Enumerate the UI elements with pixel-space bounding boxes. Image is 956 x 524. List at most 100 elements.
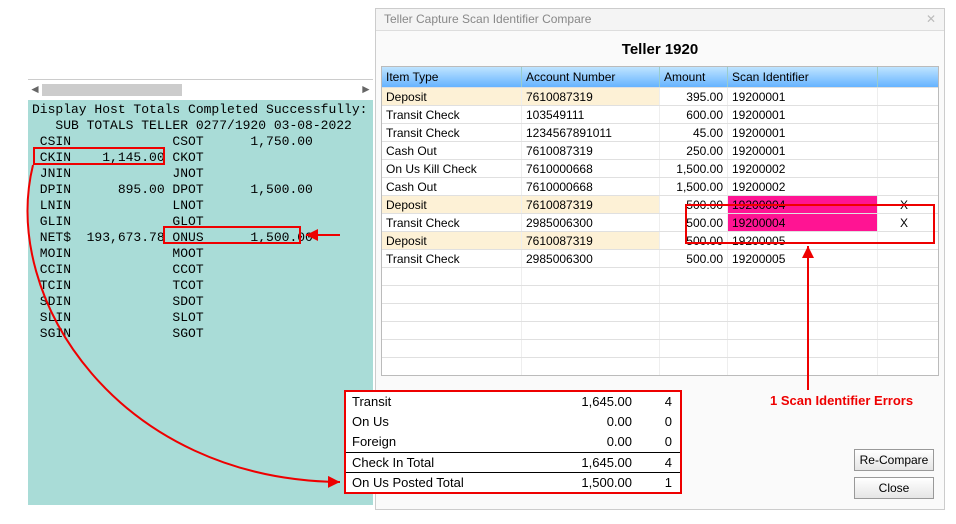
col-header-amount[interactable]: Amount (660, 67, 728, 87)
host-line: GLIN GLOT (28, 214, 373, 230)
cell-amount: 500.00 (660, 196, 728, 213)
scroll-left-icon[interactable]: ◄ (28, 83, 42, 97)
col-header-item-type[interactable]: Item Type (382, 67, 522, 87)
cell-amount: 500.00 (660, 214, 728, 231)
cell-item-type: Deposit (382, 196, 522, 213)
cell-error-mark (878, 142, 930, 159)
summary-row: Check In Total1,645.004 (346, 452, 680, 472)
summary-value: 0.00 (512, 412, 632, 432)
cell-amount: 600.00 (660, 106, 728, 123)
host-totals-display: Display Host Totals Completed Successful… (28, 100, 373, 505)
cell-item-type: Cash Out (382, 178, 522, 195)
dialog-title: Teller Capture Scan Identifier Compare (384, 12, 591, 27)
cell-item-type: Deposit (382, 232, 522, 249)
teller-title: Teller 1920 (376, 31, 944, 66)
host-line: MOIN MOOT (28, 246, 373, 262)
summary-label: Foreign (352, 432, 512, 452)
summary-count: 4 (632, 392, 672, 412)
table-row[interactable]: Transit Check2985006300500.0019200004X (382, 213, 938, 231)
summary-count: 4 (632, 453, 672, 472)
table-row[interactable] (382, 285, 938, 303)
cell-account: 7610087319 (522, 142, 660, 159)
host-line: LNIN LNOT (28, 198, 373, 214)
cell-scan-id: 19200001 (728, 106, 878, 123)
summary-label: Transit (352, 392, 512, 412)
table-row[interactable] (382, 339, 938, 357)
cell-error-mark (878, 106, 930, 123)
cell-scan-id: 19200001 (728, 124, 878, 141)
host-line: NET$ 193,673.78 ONUS 1,500.00 (28, 230, 373, 246)
cell-scan-id: 19200004 (728, 196, 878, 213)
cell-scan-id: 19200004 (728, 214, 878, 231)
scroll-thumb[interactable] (42, 84, 182, 96)
cell-amount: 250.00 (660, 142, 728, 159)
summary-row: On Us0.000 (346, 412, 680, 432)
cell-account: 7610087319 (522, 232, 660, 249)
host-line: DPIN 895.00 DPOT 1,500.00 (28, 182, 373, 198)
cell-scan-id: 19200002 (728, 160, 878, 177)
cell-scan-id: 19200001 (728, 88, 878, 105)
cell-amount: 1,500.00 (660, 178, 728, 195)
cell-item-type: Transit Check (382, 250, 522, 267)
summary-value: 1,645.00 (512, 392, 632, 412)
col-header-scan[interactable]: Scan Identifier (728, 67, 878, 87)
cell-item-type: Deposit (382, 88, 522, 105)
cell-error-mark: X (878, 196, 930, 213)
summary-row: On Us Posted Total1,500.001 (346, 472, 680, 492)
cell-account: 2985006300 (522, 250, 660, 267)
re-compare-button[interactable]: Re-Compare (854, 449, 934, 471)
summary-count: 0 (632, 412, 672, 432)
cell-scan-id: 19200001 (728, 142, 878, 159)
cell-account: 7610000668 (522, 178, 660, 195)
summary-count: 0 (632, 432, 672, 452)
cell-account: 7610000668 (522, 160, 660, 177)
cell-item-type: On Us Kill Check (382, 160, 522, 177)
host-line: TCIN TCOT (28, 278, 373, 294)
summary-value: 0.00 (512, 432, 632, 452)
host-line: SDIN SDOT (28, 294, 373, 310)
cell-item-type: Transit Check (382, 106, 522, 123)
col-header-account[interactable]: Account Number (522, 67, 660, 87)
table-row[interactable] (382, 357, 938, 375)
table-row[interactable]: Cash Out7610087319250.0019200001 (382, 141, 938, 159)
host-line: SLIN SLOT (28, 310, 373, 326)
table-row[interactable]: Deposit7610087319500.0019200004X (382, 195, 938, 213)
horizontal-scrollbar[interactable]: ◄ ► (28, 80, 373, 100)
summary-count: 1 (632, 473, 672, 492)
summary-value: 1,645.00 (512, 453, 632, 472)
cell-scan-id: 19200005 (728, 250, 878, 267)
cell-item-type: Transit Check (382, 124, 522, 141)
table-row[interactable]: On Us Kill Check76100006681,500.00192000… (382, 159, 938, 177)
host-line: CCIN CCOT (28, 262, 373, 278)
summary-label: On Us Posted Total (352, 473, 512, 492)
host-line: JNIN JNOT (28, 166, 373, 182)
cell-account: 7610087319 (522, 88, 660, 105)
col-header-mark[interactable] (878, 67, 930, 87)
cell-account: 103549111 (522, 106, 660, 123)
host-line: SUB TOTALS TELLER 0277/1920 03-08-2022 (28, 118, 373, 134)
cell-error-mark: X (878, 214, 930, 231)
close-button[interactable]: Close (854, 477, 934, 499)
table-row[interactable]: Transit Check123456789101145.0019200001 (382, 123, 938, 141)
cell-error-mark (878, 178, 930, 195)
summary-label: On Us (352, 412, 512, 432)
scroll-right-icon[interactable]: ► (359, 83, 373, 97)
table-row[interactable] (382, 321, 938, 339)
cell-amount: 1,500.00 (660, 160, 728, 177)
table-row[interactable]: Cash Out76100006681,500.0019200002 (382, 177, 938, 195)
host-line: SGIN SGOT (28, 326, 373, 342)
cell-item-type: Cash Out (382, 142, 522, 159)
summary-value: 1,500.00 (512, 473, 632, 492)
table-row[interactable]: Deposit7610087319500.0019200005 (382, 231, 938, 249)
summary-row: Transit1,645.004 (346, 392, 680, 412)
cell-amount: 500.00 (660, 250, 728, 267)
summary-label: Check In Total (352, 453, 512, 472)
table-row[interactable] (382, 267, 938, 285)
cell-amount: 395.00 (660, 88, 728, 105)
table-row[interactable]: Transit Check2985006300500.0019200005 (382, 249, 938, 267)
table-row[interactable]: Transit Check103549111600.0019200001 (382, 105, 938, 123)
close-icon[interactable]: ✕ (926, 12, 936, 27)
table-row[interactable] (382, 303, 938, 321)
table-row[interactable]: Deposit7610087319395.0019200001 (382, 87, 938, 105)
cell-error-mark (878, 232, 930, 249)
